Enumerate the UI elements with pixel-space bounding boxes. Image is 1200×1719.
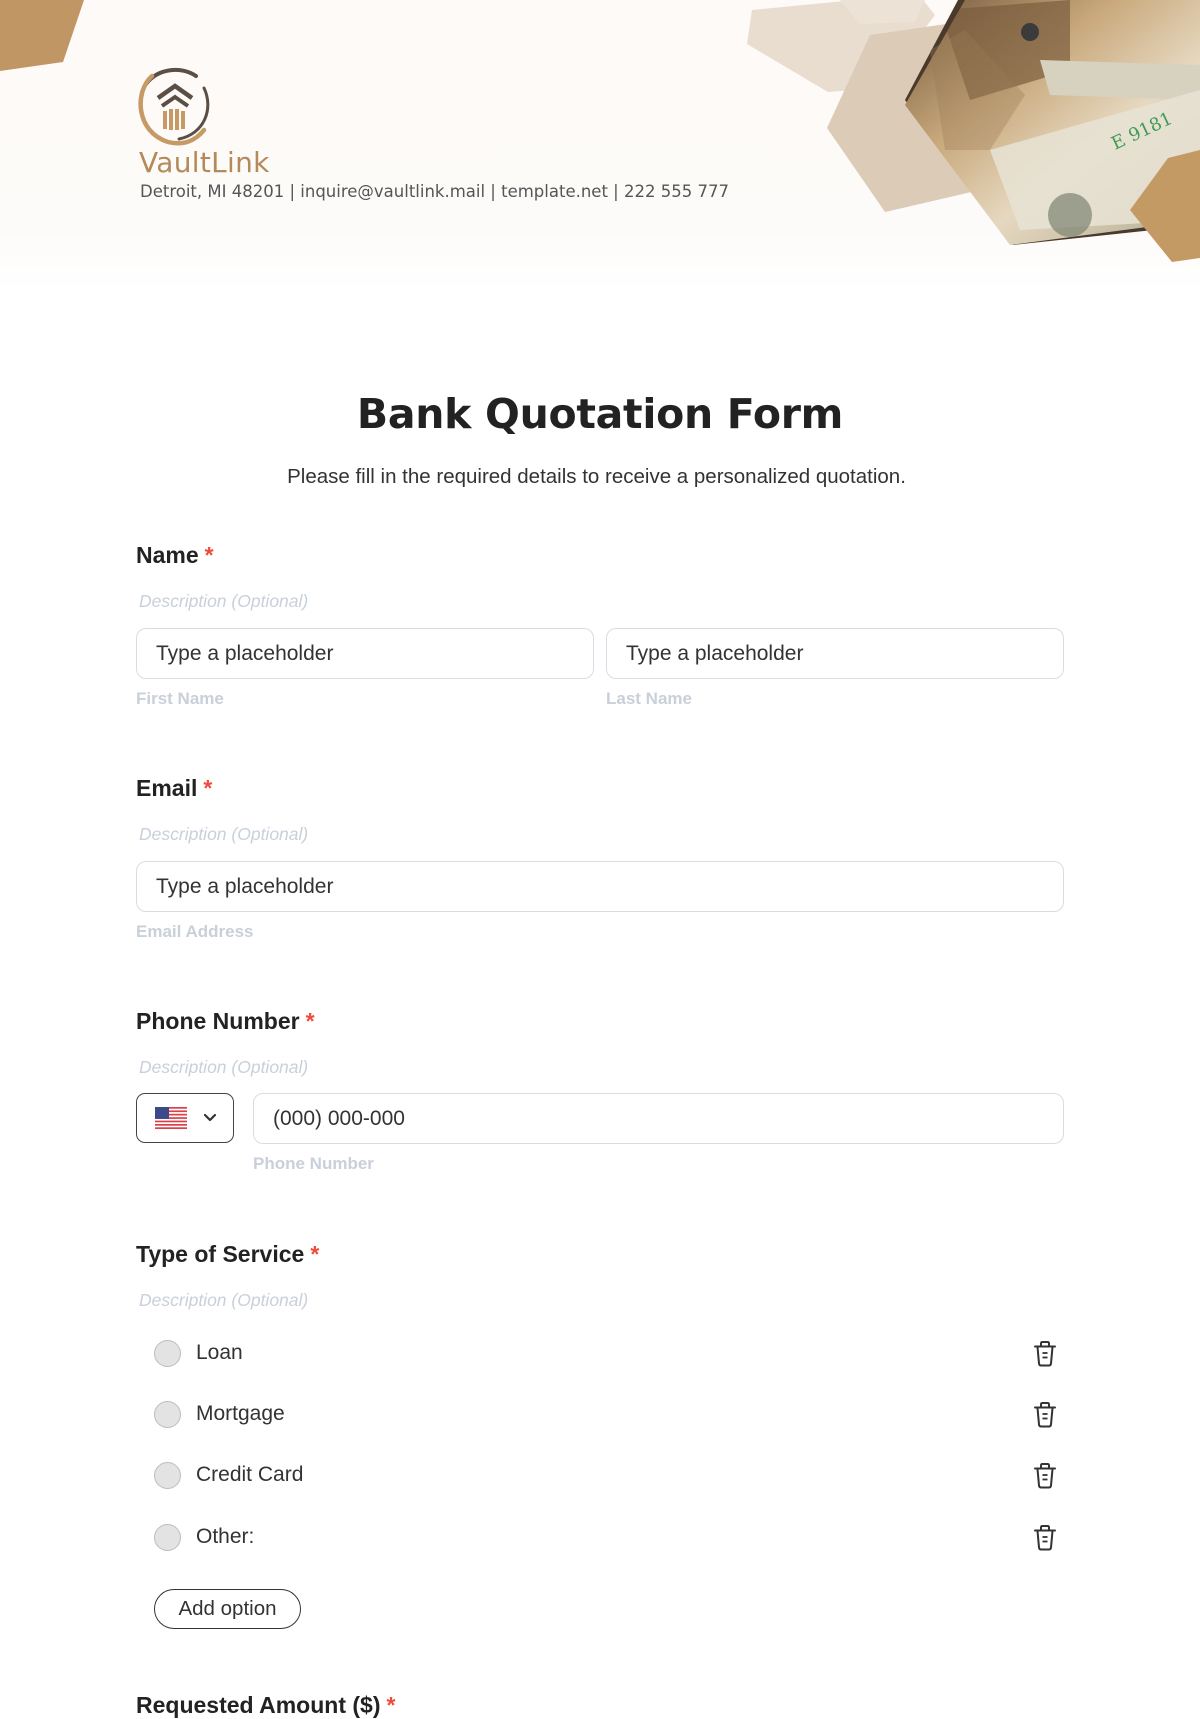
required-marker: * — [305, 1008, 315, 1034]
email-label: Email * — [136, 775, 212, 802]
next-field-label: Requested Amount ($) * — [136, 1692, 395, 1719]
us-flag-icon — [155, 1107, 187, 1129]
letterhead: E 9181 VaultLink Detroit, MI 48201 | inq… — [0, 0, 1200, 290]
option-label: Credit Card — [196, 1463, 304, 1486]
trash-icon[interactable] — [1032, 1462, 1058, 1490]
corner-decoration — [0, 0, 84, 71]
last-name-sublabel: Last Name — [606, 689, 692, 708]
next-field-label-text: Requested Amount ($) — [136, 1692, 381, 1718]
service-option-mortgage[interactable]: Mortgage — [154, 1398, 1064, 1430]
name-description[interactable]: Description (Optional) — [139, 591, 308, 612]
email-placeholder: Type a placeholder — [156, 874, 334, 898]
service-description[interactable]: Description (Optional) — [139, 1290, 308, 1311]
radio-button[interactable] — [154, 1461, 181, 1489]
email-description[interactable]: Description (Optional) — [139, 824, 308, 845]
first-name-placeholder: Type a placeholder — [156, 641, 334, 665]
page-subtitle: Please fill in the required details to r… — [287, 465, 906, 488]
phone-sublabel: Phone Number — [253, 1154, 374, 1173]
service-option-other[interactable]: Other: — [154, 1521, 1064, 1553]
option-label: Loan — [196, 1341, 243, 1364]
header-photo-collage: E 9181 — [747, 0, 1200, 262]
trash-icon[interactable] — [1032, 1340, 1058, 1368]
name-label: Name * — [136, 542, 214, 569]
phone-placeholder: (000) 000-000 — [273, 1106, 405, 1130]
service-option-credit-card[interactable]: Credit Card — [154, 1459, 1064, 1491]
radio-button[interactable] — [154, 1523, 181, 1551]
country-code-select[interactable] — [136, 1093, 234, 1143]
trash-icon[interactable] — [1032, 1524, 1058, 1552]
service-label: Type of Service * — [136, 1241, 319, 1268]
phone-description[interactable]: Description (Optional) — [139, 1057, 308, 1078]
email-sublabel: Email Address — [136, 922, 254, 941]
last-name-placeholder: Type a placeholder — [626, 641, 804, 665]
last-name-input[interactable]: Type a placeholder — [606, 628, 1064, 679]
chevron-down-icon — [203, 1113, 217, 1122]
service-label-text: Type of Service — [136, 1241, 305, 1267]
phone-label-text: Phone Number — [136, 1008, 300, 1034]
first-name-input[interactable]: Type a placeholder — [136, 628, 594, 679]
email-input[interactable]: Type a placeholder — [136, 861, 1064, 912]
required-marker: * — [310, 1241, 320, 1267]
service-option-loan[interactable]: Loan — [154, 1337, 1064, 1369]
radio-button[interactable] — [154, 1339, 181, 1367]
brand-name: VaultLink — [139, 146, 270, 179]
phone-input[interactable]: (000) 000-000 — [253, 1093, 1064, 1144]
contact-line: Detroit, MI 48201 | inquire@vaultlink.ma… — [140, 182, 729, 201]
first-name-sublabel: First Name — [136, 689, 224, 708]
required-marker: * — [386, 1692, 396, 1718]
add-option-button[interactable]: Add option — [154, 1589, 301, 1629]
option-label: Mortgage — [196, 1402, 285, 1425]
required-marker: * — [203, 775, 213, 801]
radio-button[interactable] — [154, 1400, 181, 1428]
phone-label: Phone Number * — [136, 1008, 315, 1035]
option-label: Other: — [196, 1525, 255, 1548]
vaultlink-logo-icon — [138, 67, 210, 146]
email-label-text: Email — [136, 775, 198, 801]
trash-icon[interactable] — [1032, 1401, 1058, 1429]
required-marker: * — [204, 542, 214, 568]
page-title: Bank Quotation Form — [356, 390, 844, 438]
name-label-text: Name — [136, 542, 199, 568]
